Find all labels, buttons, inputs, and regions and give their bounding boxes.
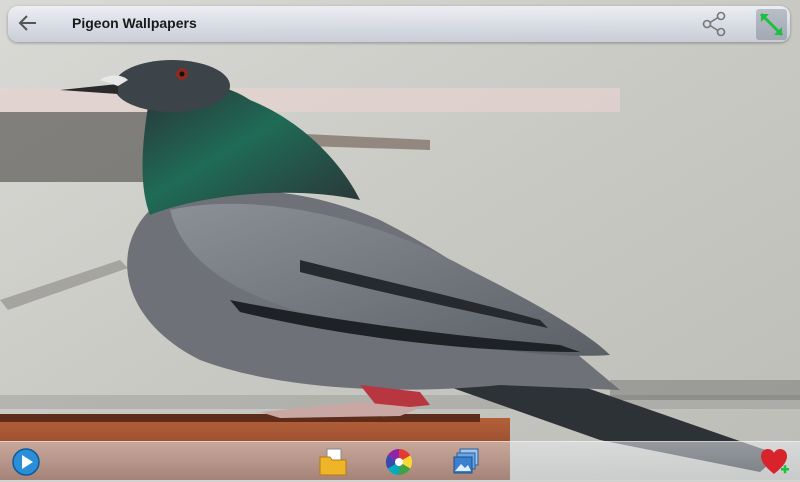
folder-save-icon [319,448,347,476]
set-wallpaper-icon [453,448,479,474]
add-favorite-button[interactable] [760,447,790,477]
wallpaper-image[interactable] [0,0,800,480]
color-wheel-icon [385,448,413,476]
share-icon [702,11,726,37]
page-title: Pigeon Wallpapers [72,15,197,31]
color-effects-button[interactable] [384,447,414,477]
play-slideshow-button[interactable] [11,447,41,477]
back-button[interactable] [16,11,40,35]
favorite-heart-add-icon [761,449,789,474]
share-button[interactable] [701,10,727,38]
expand-button[interactable] [756,9,787,40]
set-wallpaper-button[interactable] [452,447,482,477]
save-to-folder-button[interactable] [318,447,348,477]
arrow-left-icon [18,15,36,31]
expand-icon [759,12,784,37]
play-slideshow-icon [12,448,40,476]
